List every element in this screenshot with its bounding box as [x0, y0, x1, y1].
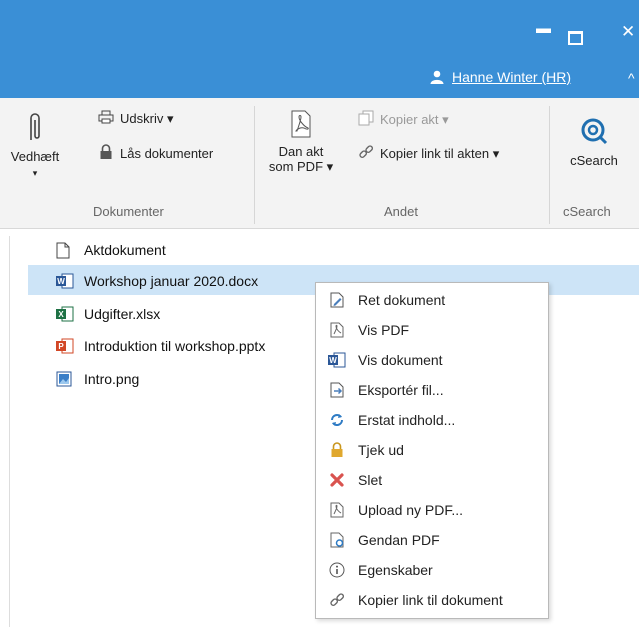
menu-item-label: Tjek ud [358, 442, 404, 458]
file-item-aktdokument[interactable]: Aktdokument [50, 236, 166, 264]
file-name: Aktdokument [84, 242, 166, 258]
file-name: Introduktion til workshop.pptx [84, 338, 266, 354]
lock-icon [98, 144, 114, 163]
create-pdf-label-1: Dan akt [278, 144, 324, 159]
minimize-button[interactable]: ▬ [536, 20, 551, 37]
maximize-button[interactable] [568, 31, 583, 45]
word-icon: W [328, 351, 346, 369]
group-separator [254, 106, 255, 224]
group-label-dokumenter: Dokumenter [93, 204, 164, 219]
csearch-label: cSearch [570, 153, 618, 168]
file-item-intro-png[interactable]: Intro.png [50, 365, 139, 393]
ribbon: Vedhæft ▾ Udskriv ▾ Lås dokumenter Dokum… [0, 98, 639, 229]
word-file-icon: W [56, 273, 74, 289]
file-name: Intro.png [84, 371, 140, 387]
export-icon [328, 381, 346, 399]
menu-item-tjek-ud[interactable]: Tjek ud [316, 435, 548, 465]
menu-item-label: Upload ny PDF... [358, 502, 464, 518]
group-separator [549, 106, 550, 224]
link-icon [328, 591, 346, 609]
edit-document-icon [328, 291, 346, 309]
menu-item-label: Kopier link til dokument [358, 592, 503, 608]
menu-item-erstat-indhold[interactable]: Erstat indhold... [316, 405, 548, 435]
file-item-workshop[interactable]: W Workshop januar 2020.docx [50, 267, 258, 295]
title-bar: ▬ ✕ Hanne Winter (HR) ^ [0, 0, 639, 98]
copy-act-button[interactable]: Kopier akt ▾ [358, 110, 449, 129]
upload-pdf-icon [328, 501, 346, 519]
collapse-ribbon-icon[interactable]: ^ [628, 70, 635, 86]
file-name: Udgifter.xlsx [84, 306, 161, 322]
csearch-icon [581, 118, 608, 145]
menu-item-label: Erstat indhold... [358, 412, 456, 428]
link-icon [358, 144, 374, 163]
excel-file-icon: X [56, 306, 74, 322]
paperclip-icon [30, 113, 40, 140]
context-menu: Ret dokument Vis PDF W Vis dokument Eksp… [315, 282, 549, 619]
menu-item-egenskaber[interactable]: Egenskaber [316, 555, 548, 585]
replace-icon [328, 411, 346, 429]
user-icon [430, 70, 444, 84]
pdf-icon [328, 321, 346, 339]
user-menu[interactable]: Hanne Winter (HR) [430, 69, 571, 85]
menu-item-label: Slet [358, 472, 383, 488]
menu-item-label: Ret dokument [358, 292, 446, 308]
create-pdf-button[interactable]: Dan akt som PDF ▾ [268, 110, 334, 175]
copy-act-label: Kopier akt ▾ [380, 111, 449, 127]
powerpoint-file-icon: P [56, 338, 74, 354]
file-item-udgifter[interactable]: X Udgifter.xlsx [50, 300, 160, 328]
menu-item-vis-pdf[interactable]: Vis PDF [316, 315, 548, 345]
file-name: Workshop januar 2020.docx [84, 273, 259, 289]
close-button[interactable]: ✕ [621, 22, 635, 42]
group-label-andet: Andet [384, 204, 418, 219]
csearch-button[interactable]: cSearch [558, 116, 630, 168]
print-button[interactable]: Udskriv ▾ [98, 110, 173, 127]
menu-item-vis-dokument[interactable]: W Vis dokument [316, 345, 548, 375]
menu-item-eksporter-fil[interactable]: Eksportér fil... [316, 375, 548, 405]
left-divider [9, 236, 10, 627]
lock-documents-label: Lås dokumenter [120, 146, 214, 161]
svg-text:P: P [58, 342, 64, 351]
menu-item-label: Vis dokument [358, 352, 443, 368]
lock-icon [328, 441, 346, 459]
menu-item-label: Eksportér fil... [358, 382, 444, 398]
user-name[interactable]: Hanne Winter (HR) [452, 69, 571, 85]
menu-item-gendan-pdf[interactable]: Gendan PDF [316, 525, 548, 555]
svg-text:W: W [57, 277, 65, 286]
menu-item-upload-ny-pdf[interactable]: Upload ny PDF... [316, 495, 548, 525]
copy-link-act-label: Kopier link til akten ▾ [380, 145, 500, 161]
document-icon [56, 242, 74, 259]
pdf-icon [291, 110, 311, 138]
restore-pdf-icon [328, 531, 346, 549]
attach-label: Vedhæft [10, 149, 60, 164]
image-file-icon [56, 371, 74, 387]
printer-icon [98, 110, 114, 127]
svg-text:X: X [58, 310, 64, 319]
copy-icon [358, 110, 374, 129]
attach-button[interactable]: Vedhæft ▾ [10, 110, 60, 179]
info-icon [328, 561, 346, 579]
menu-item-label: Gendan PDF [358, 532, 440, 548]
menu-item-ret-dokument[interactable]: Ret dokument [316, 285, 548, 315]
chevron-down-icon: ▾ [32, 168, 38, 178]
delete-icon [328, 471, 346, 489]
menu-item-label: Egenskaber [358, 562, 433, 578]
print-label: Udskriv ▾ [120, 110, 174, 126]
file-item-introduktion[interactable]: P Introduktion til workshop.pptx [50, 332, 265, 360]
svg-text:W: W [329, 356, 337, 365]
copy-link-act-button[interactable]: Kopier link til akten ▾ [358, 144, 499, 163]
menu-item-kopier-link[interactable]: Kopier link til dokument [316, 585, 548, 615]
create-pdf-label-2: som PDF ▾ [268, 159, 334, 174]
menu-item-slet[interactable]: Slet [316, 465, 548, 495]
group-label-csearch: cSearch [563, 204, 611, 219]
menu-item-label: Vis PDF [358, 322, 410, 338]
lock-documents-button[interactable]: Lås dokumenter [98, 144, 213, 163]
